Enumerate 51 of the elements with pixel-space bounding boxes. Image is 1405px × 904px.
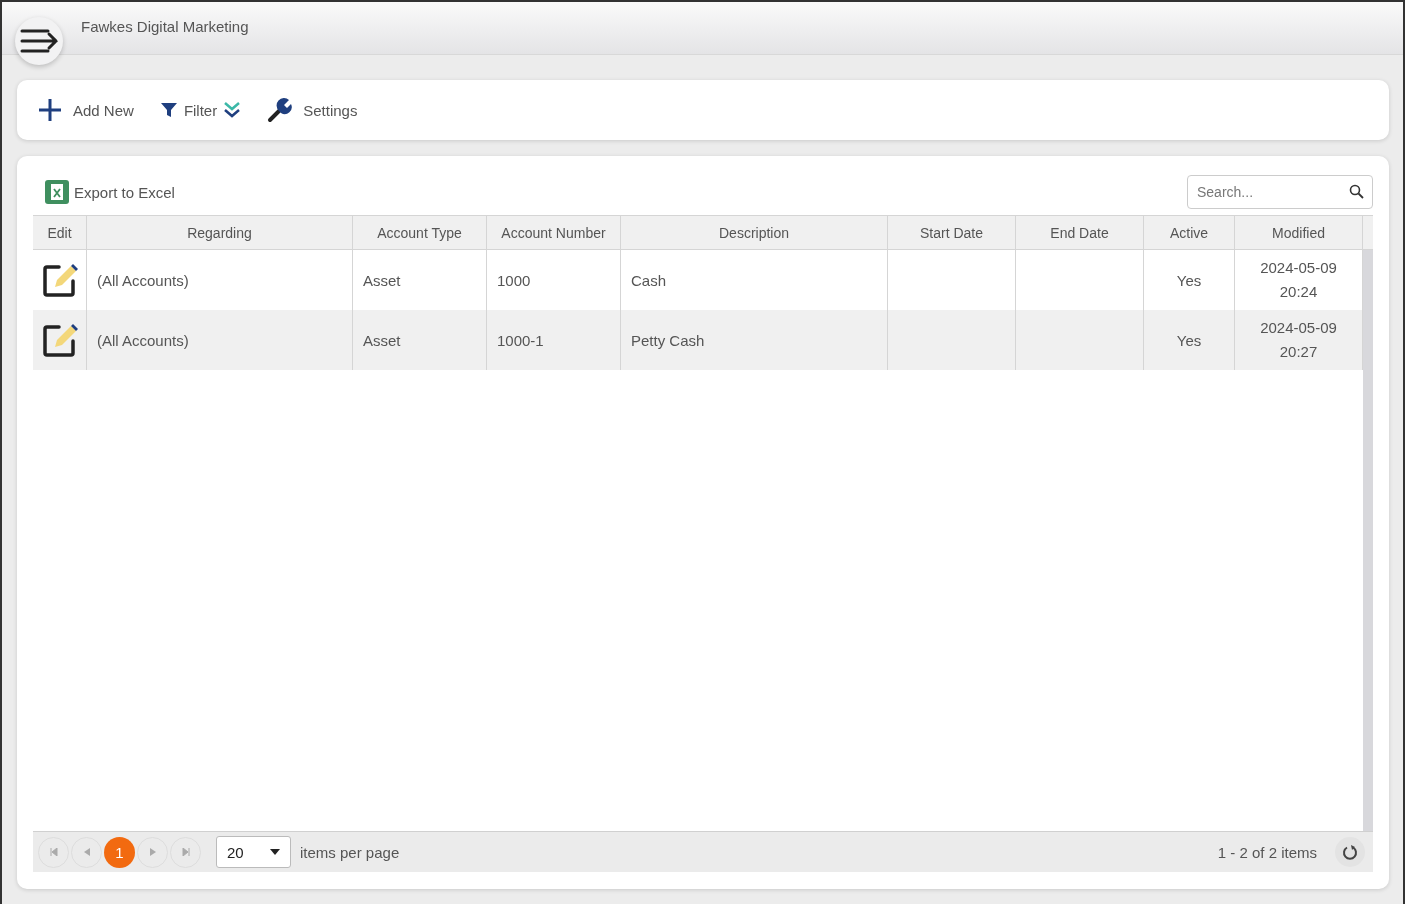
menu-button[interactable] [15, 17, 63, 65]
edit-button[interactable] [40, 321, 79, 359]
refresh-icon [1342, 844, 1358, 860]
table-cell: Asset [363, 271, 401, 289]
page-size-label: items per page [300, 843, 400, 861]
add-button[interactable]: Add New [37, 97, 134, 123]
table-cell: 2024-05-09 [1260, 259, 1337, 277]
edit-icon [40, 261, 79, 299]
table-cell: Asset [363, 331, 401, 349]
export-button[interactable]: Export to Excel [45, 180, 175, 204]
table-cell: Cash [631, 271, 667, 289]
plus-icon [37, 97, 63, 123]
table-cell: 1000-1 [497, 331, 544, 349]
column-header[interactable]: Description [621, 216, 888, 249]
next-page-icon [149, 848, 156, 856]
refresh-button[interactable] [1335, 837, 1365, 867]
caret-icon [270, 849, 280, 855]
table-cell: 20:27 [1279, 343, 1318, 361]
previous-page-icon [83, 848, 90, 856]
first-page-icon [49, 848, 58, 856]
column-header[interactable]: Regarding [87, 216, 353, 249]
settings-button[interactable]: Settings [267, 97, 358, 123]
table-cell: 1000 [497, 271, 531, 289]
column-header[interactable]: Account Type [353, 216, 487, 249]
column-header[interactable]: End Date [1016, 216, 1144, 249]
column-header[interactable]: Edit [33, 216, 87, 249]
table-cell: Yes [1176, 331, 1202, 349]
pager-summary: 1 - 2 of 2 items [1217, 843, 1317, 861]
funnel-icon [159, 102, 178, 118]
page-size-dropdown[interactable]: 20 [216, 836, 291, 868]
table-cell: 20:24 [1279, 283, 1318, 301]
column-header[interactable]: Account Number [487, 216, 621, 249]
column-header[interactable]: Active [1144, 216, 1235, 249]
table-cell: Petty Cash [631, 331, 705, 349]
filter-button[interactable]: Filter [159, 101, 242, 119]
edit-button[interactable] [40, 261, 79, 299]
spreadsheet-icon [45, 180, 69, 204]
edit-icon [40, 321, 79, 359]
app-title: Fawkes Digital Marketing [81, 18, 249, 35]
table-cell: (All Accounts) [97, 331, 189, 349]
column-header[interactable]: Start Date [888, 216, 1016, 249]
search-field[interactable]: Search... [1187, 175, 1373, 209]
column-header[interactable]: Modified [1235, 216, 1363, 249]
search-icon [1349, 184, 1365, 200]
scrollbar[interactable] [1363, 250, 1373, 831]
table-cell: 2024-05-09 [1260, 319, 1337, 337]
last-page-icon [181, 848, 190, 856]
table-cell: Yes [1176, 271, 1202, 289]
wrench-icon [267, 97, 294, 123]
table-cell: (All Accounts) [97, 271, 189, 289]
double-chevron-icon [223, 101, 242, 119]
